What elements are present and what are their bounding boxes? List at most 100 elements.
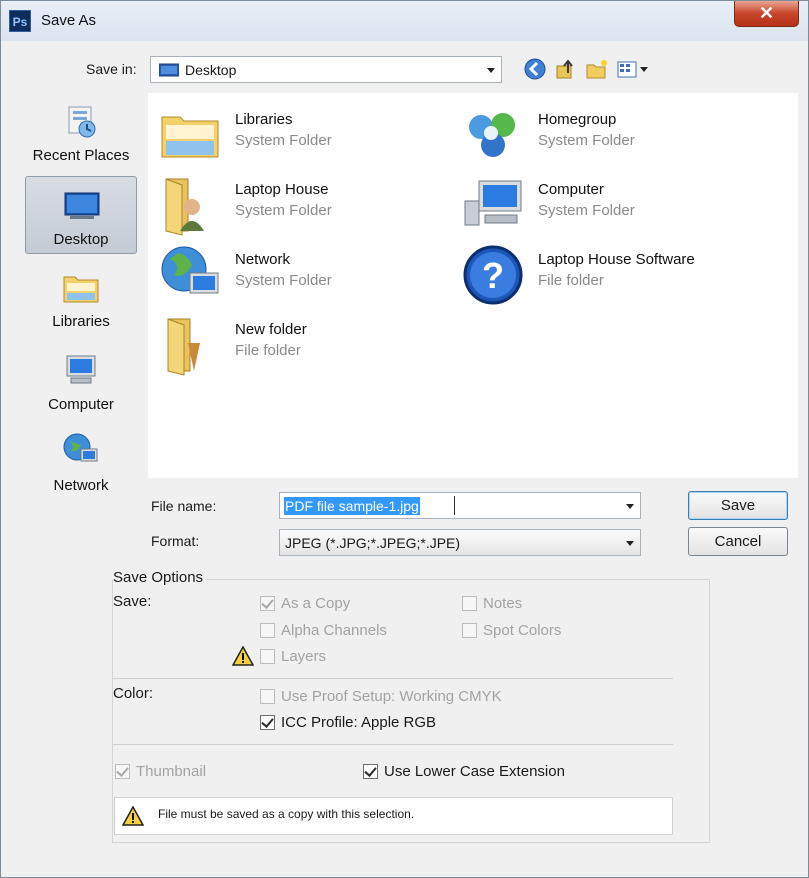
place-computer[interactable]: Computer	[25, 342, 137, 420]
alpha-channels-label: Alpha Channels	[281, 622, 387, 639]
place-label: Libraries	[52, 313, 110, 330]
file-list[interactable]: Libraries System Folder Homegroup System…	[148, 93, 798, 478]
item-type: File folder	[538, 272, 604, 289]
color-label: Color:	[113, 685, 154, 702]
place-label: Computer	[48, 396, 114, 413]
list-item[interactable]: Homegroup System Folder	[457, 99, 757, 165]
places-bar: Recent Places Desktop Libraries Computer…	[23, 93, 141, 494]
close-icon: ✕	[758, 3, 775, 23]
lower-case-extension-checkbox[interactable]	[363, 764, 378, 779]
item-name: Laptop House Software	[538, 251, 695, 268]
item-type: System Folder	[538, 202, 635, 219]
computer-icon	[66, 355, 96, 384]
place-desktop[interactable]: Desktop	[25, 176, 137, 254]
save-options-title: Save Options	[113, 569, 208, 586]
network-icon	[161, 246, 219, 294]
divider	[113, 744, 673, 745]
use-proof-setup-checkbox[interactable]	[260, 689, 275, 704]
warning-message: File must be saved as a copy with this s…	[158, 807, 415, 821]
check-icon	[261, 715, 274, 728]
libraries-folder-icon	[161, 116, 219, 158]
divider	[113, 678, 673, 679]
libraries-icon	[63, 276, 99, 303]
thumbnail-label: Thumbnail	[136, 763, 207, 780]
back-icon[interactable]	[523, 57, 547, 81]
save-as-dialog: Ps Save As ✕ Save in: Desktop Recent Pla…	[0, 0, 809, 878]
list-item[interactable]: Computer System Folder	[457, 169, 757, 235]
item-name: New folder	[235, 321, 307, 338]
item-name: Computer	[538, 181, 604, 198]
lower-case-extension-label: Use Lower Case Extension	[384, 763, 565, 780]
window-title: Save As	[41, 12, 97, 29]
list-item[interactable]: Libraries System Folder	[154, 99, 454, 165]
network-icon	[63, 433, 98, 462]
spot-colors-label: Spot Colors	[483, 622, 562, 639]
alpha-channels-checkbox[interactable]	[260, 623, 275, 638]
warning-icon	[122, 806, 144, 826]
icc-profile-checkbox[interactable]	[260, 715, 275, 730]
user-folder-icon	[165, 178, 204, 236]
save-in-label: Save in:	[86, 61, 137, 77]
place-libraries[interactable]: Libraries	[25, 259, 137, 337]
spot-colors-checkbox[interactable]	[462, 623, 477, 638]
place-network[interactable]: Network	[25, 423, 137, 501]
place-label: Desktop	[53, 231, 109, 248]
computer-icon	[464, 180, 522, 226]
view-menu-icon[interactable]	[616, 57, 652, 81]
format-dropdown[interactable]: JPEG (*.JPG;*.JPEG;*.JPE)	[279, 529, 641, 556]
item-type: System Folder	[235, 202, 332, 219]
cancel-button[interactable]: Cancel	[688, 527, 788, 556]
file-name-input[interactable]: PDF file sample-1.jpg	[279, 492, 641, 519]
item-type: File folder	[235, 342, 301, 359]
check-icon	[364, 764, 377, 777]
as-a-copy-checkbox[interactable]	[260, 596, 275, 611]
chevron-down-icon	[626, 540, 634, 546]
check-icon	[261, 596, 274, 609]
folder-icon	[167, 318, 200, 376]
warning-icon	[232, 646, 254, 666]
recent-places-icon	[68, 106, 96, 138]
save-in-dropdown[interactable]: Desktop	[150, 56, 502, 83]
chevron-down-icon[interactable]	[626, 503, 634, 509]
list-item[interactable]: Laptop House System Folder	[154, 169, 454, 236]
file-name-label: File name:	[151, 498, 217, 514]
notes-checkbox[interactable]	[462, 596, 477, 611]
desktop-small-icon	[159, 63, 179, 77]
check-icon	[116, 764, 129, 777]
save-in-value: Desktop	[185, 62, 237, 78]
item-name: Laptop House	[235, 181, 329, 198]
new-folder-icon[interactable]	[585, 57, 609, 81]
layers-checkbox[interactable]	[260, 649, 275, 664]
desktop-icon	[64, 192, 100, 219]
format-value: JPEG (*.JPG;*.JPEG;*.JPE)	[285, 535, 461, 551]
homegroup-icon	[469, 113, 515, 157]
text-cursor	[454, 496, 455, 515]
save-label: Save:	[113, 593, 152, 610]
warning-message-box: File must be saved as a copy with this s…	[114, 797, 673, 835]
place-recent-places[interactable]: Recent Places	[25, 93, 137, 171]
place-label: Recent Places	[32, 147, 130, 164]
up-folder-icon[interactable]	[554, 57, 578, 81]
list-item[interactable]: ? Laptop House Software File folder	[457, 239, 757, 305]
close-button[interactable]: ✕	[734, 1, 799, 27]
as-a-copy-label: As a Copy	[281, 595, 351, 612]
item-type: System Folder	[235, 132, 332, 149]
title-bar[interactable]: Ps Save As	[1, 1, 808, 41]
layers-label: Layers	[281, 648, 327, 665]
icc-profile-label: ICC Profile: Apple RGB	[281, 714, 437, 731]
use-proof-setup-label: Use Proof Setup: Working CMYK	[281, 688, 502, 705]
svg-text:?: ?	[482, 255, 504, 296]
list-item[interactable]: Network System Folder	[154, 239, 454, 305]
item-name: Homegroup	[538, 111, 617, 128]
save-button[interactable]: Save	[688, 491, 788, 520]
list-item[interactable]: New folder File folder	[154, 309, 454, 376]
item-type: System Folder	[235, 272, 332, 289]
place-label: Network	[53, 477, 109, 494]
thumbnail-checkbox[interactable]	[115, 764, 130, 779]
notes-label: Notes	[483, 595, 523, 612]
help-icon: ?	[463, 245, 523, 305]
photoshop-icon: Ps	[9, 10, 31, 32]
item-name: Network	[235, 251, 291, 268]
item-type: System Folder	[538, 132, 635, 149]
file-name-value: PDF file sample-1.jpg	[284, 497, 420, 515]
